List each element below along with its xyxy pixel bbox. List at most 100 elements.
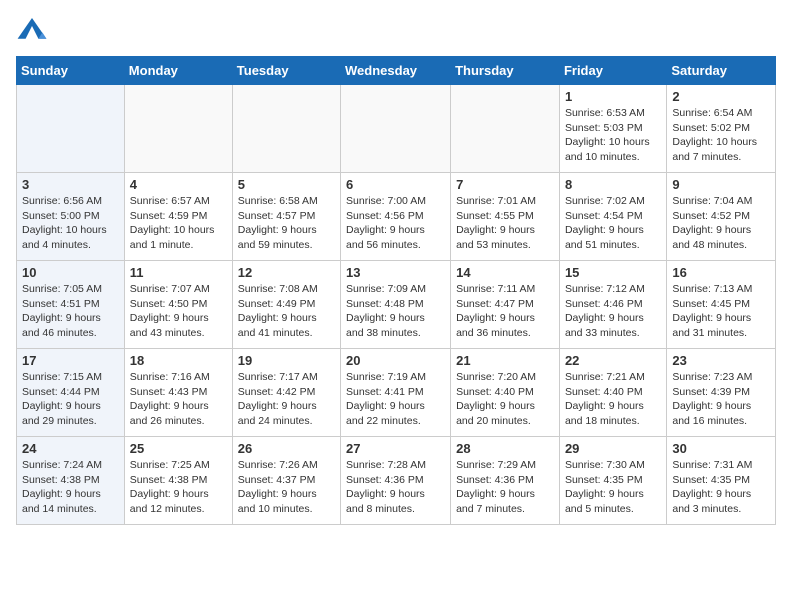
day-info: Sunrise: 6:57 AMSunset: 4:59 PMDaylight:…	[130, 194, 227, 253]
calendar-cell: 21 Sunrise: 7:20 AMSunset: 4:40 PMDayligh…	[451, 349, 560, 437]
day-number: 8	[565, 177, 661, 192]
week-row-3: 10Sunrise: 7:05 AMSunset: 4:51 PMDayligh…	[17, 261, 776, 349]
header-friday: Friday	[559, 57, 666, 85]
calendar-cell: 19 Sunrise: 7:17 AMSunset: 4:42 PMDayligh…	[232, 349, 340, 437]
calendar-cell: 29 Sunrise: 7:30 AMSunset: 4:35 PMDayligh…	[559, 437, 666, 525]
calendar-cell: 24Sunrise: 7:24 AMSunset: 4:38 PMDayligh…	[17, 437, 125, 525]
calendar-cell: 3 Sunrise: 6:56 AMSunset: 5:00 PMDaylight…	[17, 173, 125, 261]
header-wednesday: Wednesday	[341, 57, 451, 85]
day-info: Sunrise: 6:54 AMSunset: 5:02 PMDaylight:…	[672, 106, 770, 165]
day-number: 9	[672, 177, 770, 192]
day-number: 23	[672, 353, 770, 368]
day-number: 29	[565, 441, 661, 456]
day-number: 3	[22, 177, 119, 192]
header-sunday: Sunday	[17, 57, 125, 85]
day-number: 11	[130, 265, 227, 280]
calendar-cell: 11 Sunrise: 7:07 AMSunset: 4:50 PMDayligh…	[124, 261, 232, 349]
day-info: Sunrise: 6:58 AMSunset: 4:57 PMDaylight:…	[238, 194, 335, 253]
header-thursday: Thursday	[451, 57, 560, 85]
calendar-cell	[451, 85, 560, 173]
day-info: Sunrise: 7:00 AMSunset: 4:56 PMDaylight:…	[346, 194, 445, 253]
day-number: 21	[456, 353, 554, 368]
calendar-cell: 23 Sunrise: 7:23 AMSunset: 4:39 PMDayligh…	[667, 349, 776, 437]
calendar-cell: 28 Sunrise: 7:29 AMSunset: 4:36 PMDayligh…	[451, 437, 560, 525]
calendar-cell	[124, 85, 232, 173]
calendar-cell: 17 Sunrise: 7:15 AMSunset: 4:44 PMDayligh…	[17, 349, 125, 437]
calendar-cell: 9 Sunrise: 7:04 AMSunset: 4:52 PMDaylight…	[667, 173, 776, 261]
day-number: 10	[22, 265, 119, 280]
day-number: 13	[346, 265, 445, 280]
calendar-cell: 5 Sunrise: 6:58 AMSunset: 4:57 PMDaylight…	[232, 173, 340, 261]
calendar-cell: 16 Sunrise: 7:13 AMSunset: 4:45 PMDayligh…	[667, 261, 776, 349]
header-tuesday: Tuesday	[232, 57, 340, 85]
day-info: Sunrise: 7:04 AMSunset: 4:52 PMDaylight:…	[672, 194, 770, 253]
day-number: 4	[130, 177, 227, 192]
day-info: Sunrise: 7:08 AMSunset: 4:49 PMDaylight:…	[238, 282, 335, 341]
day-number: 12	[238, 265, 335, 280]
calendar-cell: 8 Sunrise: 7:02 AMSunset: 4:54 PMDaylight…	[559, 173, 666, 261]
calendar-cell: 13 Sunrise: 7:09 AMSunset: 4:48 PMDayligh…	[341, 261, 451, 349]
day-info: Sunrise: 7:26 AMSunset: 4:37 PMDaylight:…	[238, 458, 335, 517]
page-header	[16, 16, 776, 44]
day-info: Sunrise: 7:30 AMSunset: 4:35 PMDaylight:…	[565, 458, 661, 517]
day-number: 30	[672, 441, 770, 456]
day-number: 7	[456, 177, 554, 192]
day-info: Sunrise: 7:02 AMSunset: 4:54 PMDaylight:…	[565, 194, 661, 253]
calendar-cell: 18 Sunrise: 7:16 AMSunset: 4:43 PMDayligh…	[124, 349, 232, 437]
calendar-cell: 30Sunrise: 7:31 AMSunset: 4:35 PMDayligh…	[667, 437, 776, 525]
day-info: Sunrise: 7:20 AMSunset: 4:40 PMDaylight:…	[456, 370, 554, 429]
day-number: 5	[238, 177, 335, 192]
day-info: Sunrise: 6:56 AMSunset: 5:00 PMDaylight:…	[22, 194, 119, 253]
day-info: Sunrise: 7:23 AMSunset: 4:39 PMDaylight:…	[672, 370, 770, 429]
calendar-cell: 12 Sunrise: 7:08 AMSunset: 4:49 PMDayligh…	[232, 261, 340, 349]
day-number: 28	[456, 441, 554, 456]
calendar-cell	[232, 85, 340, 173]
day-number: 6	[346, 177, 445, 192]
day-number: 19	[238, 353, 335, 368]
day-info: Sunrise: 7:07 AMSunset: 4:50 PMDaylight:…	[130, 282, 227, 341]
calendar-cell: 26 Sunrise: 7:26 AMSunset: 4:37 PMDayligh…	[232, 437, 340, 525]
day-number: 18	[130, 353, 227, 368]
day-number: 15	[565, 265, 661, 280]
week-row-5: 24Sunrise: 7:24 AMSunset: 4:38 PMDayligh…	[17, 437, 776, 525]
day-number: 17	[22, 353, 119, 368]
day-info: Sunrise: 7:09 AMSunset: 4:48 PMDaylight:…	[346, 282, 445, 341]
calendar-cell: 14 Sunrise: 7:11 AMSunset: 4:47 PMDayligh…	[451, 261, 560, 349]
calendar-cell: 20Sunrise: 7:19 AMSunset: 4:41 PMDayligh…	[341, 349, 451, 437]
day-number: 16	[672, 265, 770, 280]
calendar-cell: 4 Sunrise: 6:57 AMSunset: 4:59 PMDaylight…	[124, 173, 232, 261]
calendar-cell: 1Sunrise: 6:53 AMSunset: 5:03 PMDaylight…	[559, 85, 666, 173]
day-number: 27	[346, 441, 445, 456]
calendar-cell: 2 Sunrise: 6:54 AMSunset: 5:02 PMDaylight…	[667, 85, 776, 173]
calendar-cell: 25Sunrise: 7:25 AMSunset: 4:38 PMDayligh…	[124, 437, 232, 525]
day-info: Sunrise: 7:29 AMSunset: 4:36 PMDaylight:…	[456, 458, 554, 517]
day-info: Sunrise: 7:21 AMSunset: 4:40 PMDaylight:…	[565, 370, 661, 429]
calendar-cell: 10Sunrise: 7:05 AMSunset: 4:51 PMDayligh…	[17, 261, 125, 349]
week-row-4: 17 Sunrise: 7:15 AMSunset: 4:44 PMDayligh…	[17, 349, 776, 437]
calendar-cell: 6 Sunrise: 7:00 AMSunset: 4:56 PMDaylight…	[341, 173, 451, 261]
day-number: 2	[672, 89, 770, 104]
week-row-2: 3 Sunrise: 6:56 AMSunset: 5:00 PMDaylight…	[17, 173, 776, 261]
header-saturday: Saturday	[667, 57, 776, 85]
day-number: 26	[238, 441, 335, 456]
calendar: SundayMondayTuesdayWednesdayThursdayFrid…	[16, 56, 776, 525]
day-info: Sunrise: 7:15 AMSunset: 4:44 PMDaylight:…	[22, 370, 119, 429]
day-number: 22	[565, 353, 661, 368]
calendar-cell	[17, 85, 125, 173]
header-monday: Monday	[124, 57, 232, 85]
day-info: Sunrise: 7:11 AMSunset: 4:47 PMDaylight:…	[456, 282, 554, 341]
week-row-1: 1Sunrise: 6:53 AMSunset: 5:03 PMDaylight…	[17, 85, 776, 173]
day-number: 14	[456, 265, 554, 280]
logo	[16, 16, 52, 44]
day-info: Sunrise: 7:16 AMSunset: 4:43 PMDaylight:…	[130, 370, 227, 429]
day-info: Sunrise: 7:19 AMSunset: 4:41 PMDaylight:…	[346, 370, 445, 429]
calendar-cell: 22 Sunrise: 7:21 AMSunset: 4:40 PMDayligh…	[559, 349, 666, 437]
day-number: 25	[130, 441, 227, 456]
calendar-cell: 15Sunrise: 7:12 AMSunset: 4:46 PMDayligh…	[559, 261, 666, 349]
logo-icon	[16, 16, 48, 44]
calendar-cell	[341, 85, 451, 173]
day-info: Sunrise: 7:01 AMSunset: 4:55 PMDaylight:…	[456, 194, 554, 253]
day-info: Sunrise: 7:13 AMSunset: 4:45 PMDaylight:…	[672, 282, 770, 341]
calendar-header-row: SundayMondayTuesdayWednesdayThursdayFrid…	[17, 57, 776, 85]
day-info: Sunrise: 7:17 AMSunset: 4:42 PMDaylight:…	[238, 370, 335, 429]
